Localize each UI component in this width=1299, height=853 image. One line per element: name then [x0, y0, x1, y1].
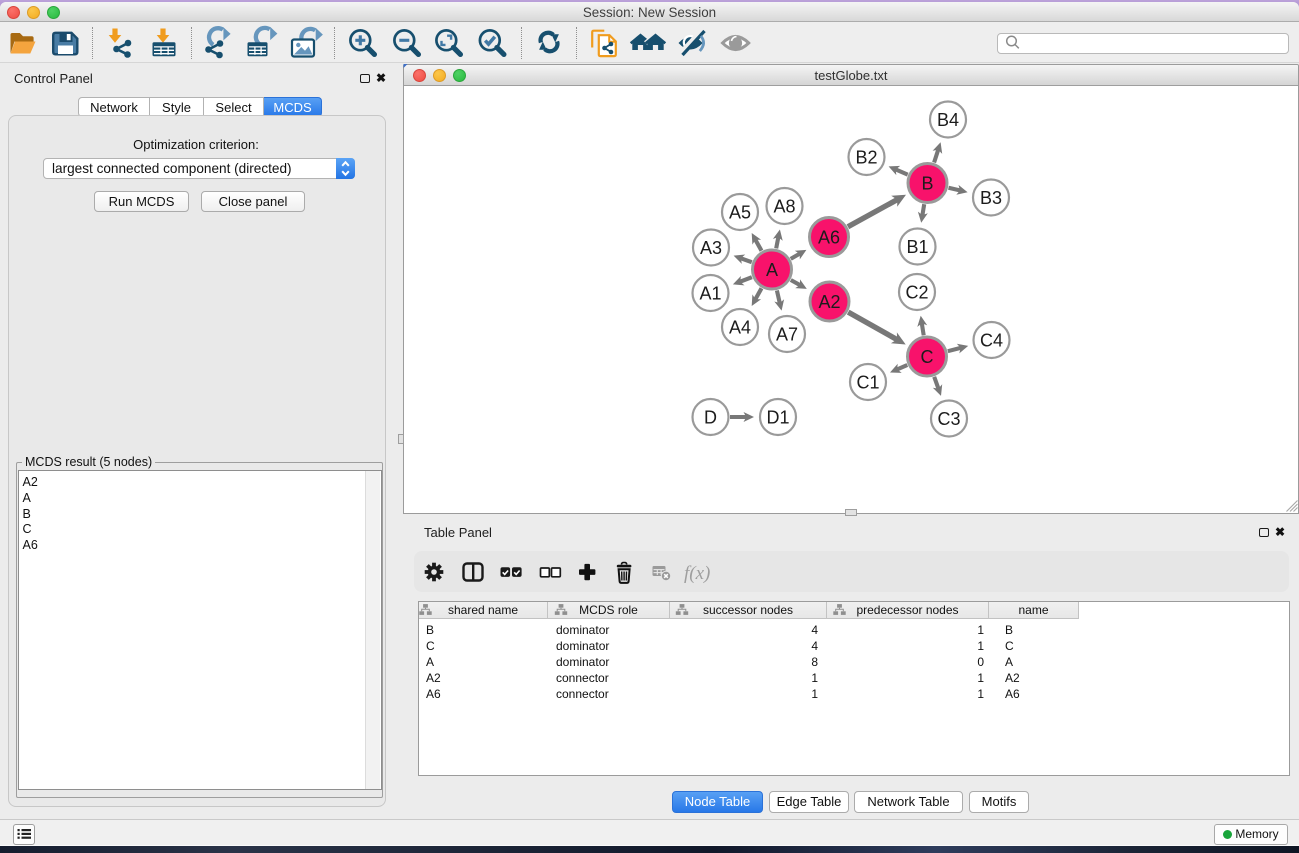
- svg-text:A1: A1: [699, 284, 721, 304]
- svg-text:A5: A5: [729, 203, 751, 223]
- svg-text:A4: A4: [729, 318, 751, 338]
- svg-text:A6: A6: [818, 228, 840, 248]
- svg-text:C3: C3: [937, 409, 960, 429]
- svg-text:B: B: [921, 174, 933, 194]
- svg-text:A: A: [766, 260, 778, 280]
- svg-text:C: C: [921, 347, 934, 367]
- svg-text:C1: C1: [856, 373, 879, 393]
- svg-text:A2: A2: [818, 292, 840, 312]
- svg-text:A3: A3: [700, 238, 722, 258]
- svg-text:D1: D1: [766, 408, 789, 428]
- svg-text:C4: C4: [980, 331, 1003, 351]
- svg-text:B3: B3: [980, 188, 1002, 208]
- svg-text:B4: B4: [937, 110, 959, 130]
- svg-text:A7: A7: [776, 325, 798, 345]
- svg-text:B1: B1: [906, 237, 928, 257]
- svg-text:A8: A8: [773, 197, 795, 217]
- svg-text:B2: B2: [855, 148, 877, 168]
- svg-text:C2: C2: [905, 283, 928, 303]
- svg-text:D: D: [704, 408, 717, 428]
